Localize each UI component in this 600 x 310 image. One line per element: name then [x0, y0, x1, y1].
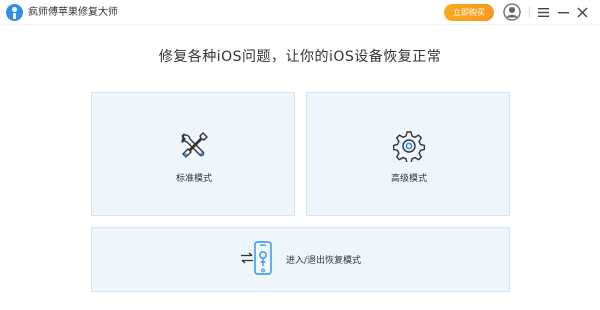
recovery-mode-label: 进入/退出恢复模式	[286, 256, 362, 266]
advanced-mode-label: 高级模式	[390, 174, 427, 184]
recovery-mode-card[interactable]: 进入/退出恢复模式	[91, 227, 510, 292]
minimize-icon[interactable]	[558, 7, 569, 18]
advanced-mode-card[interactable]: 高级模式	[306, 92, 510, 216]
title-bar: 疯师傅苹果修复大师 立即购买	[0, 0, 600, 25]
standard-mode-card[interactable]: 标准模式	[91, 92, 295, 216]
swap-arrows-icon	[241, 252, 253, 264]
phone-recovery-icon	[254, 241, 272, 275]
user-avatar-icon[interactable]	[503, 3, 521, 21]
tools-icon	[181, 132, 208, 158]
gear-icon	[393, 131, 425, 162]
app-logo-icon	[6, 4, 23, 21]
close-icon[interactable]	[577, 7, 588, 18]
page-headline: 修复各种iOS问题，让你的iOS设备恢复正常	[158, 49, 442, 65]
app-title: 疯师傅苹果修复大师	[28, 7, 118, 18]
title-divider	[529, 6, 530, 18]
standard-mode-label: 标准模式	[175, 174, 212, 184]
buy-now-button[interactable]: 立即购买	[444, 4, 494, 21]
menu-icon[interactable]	[538, 7, 549, 18]
